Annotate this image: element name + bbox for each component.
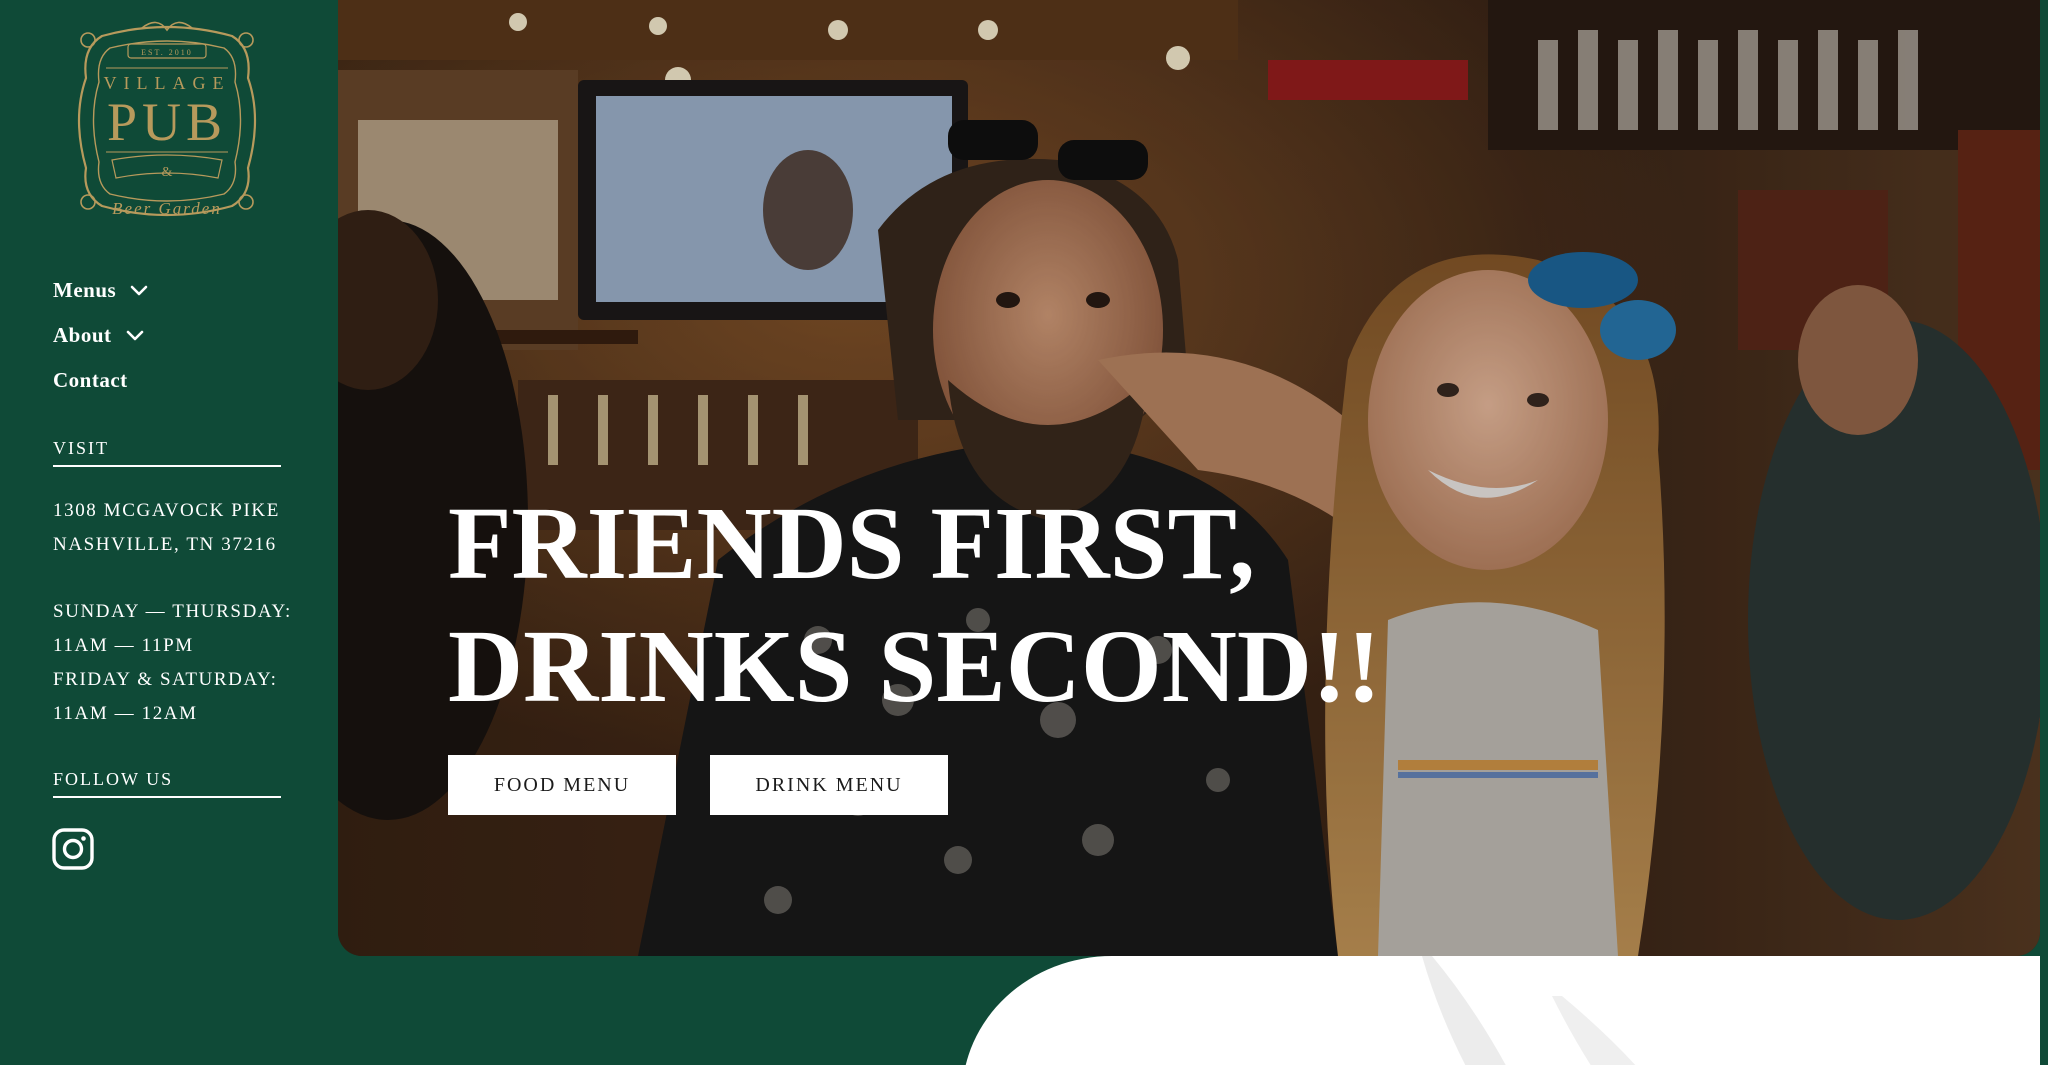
hours-line-4: 11AM — 12AM [53,703,198,724]
logo-beer-garden-text: Beer Garden [112,199,222,218]
site-logo[interactable]: EST. 2010 VILLAGE PUB & Beer Garden [62,18,272,224]
hours-line-3: FRIDAY & SATURDAY: [53,669,278,690]
logo-ampersand: & [162,165,173,180]
main-nav: Menus About Contact [53,268,148,403]
instagram-link[interactable] [52,828,94,870]
decorative-leaf-graphic [1422,956,1636,1065]
right-edge [2040,0,2048,1065]
address-line-1: 1308 MCGAVOCK PIKE [53,500,280,521]
hero-headline: FRIENDS FIRST, DRINKS SECOND!! [448,482,1548,728]
nav-item-label: About [53,323,112,347]
hero-section: FRIENDS FIRST, DRINKS SECOND!! FOOD MENU… [338,0,2040,956]
instagram-icon [52,828,94,870]
visit-heading: VISIT [53,438,281,467]
page: EST. 2010 VILLAGE PUB & Beer Garden Menu… [0,0,2048,1065]
logo-emblem: EST. 2010 VILLAGE PUB & Beer Garden [77,21,257,218]
address-line-2: NASHVILLE, TN 37216 [53,534,277,555]
content-panel [962,956,2040,1065]
hours-line-2: 11AM — 11PM [53,635,194,656]
sidebar: EST. 2010 VILLAGE PUB & Beer Garden Menu… [0,0,338,1065]
hero-headline-line-2: DRINKS SECOND!! [448,609,1382,724]
nav-item-menus[interactable]: Menus [53,268,148,313]
chevron-down-icon[interactable] [126,330,144,342]
follow-us-heading: FOLLOW US [53,769,281,798]
logo-pub-text: PUB [107,92,227,152]
drink-menu-button[interactable]: DRINK MENU [710,755,948,815]
chevron-down-icon[interactable] [130,285,148,297]
nav-item-label: Contact [53,368,128,392]
nav-item-about[interactable]: About [53,313,148,358]
nav-item-contact[interactable]: Contact [53,358,148,403]
nav-item-label: Menus [53,278,117,302]
logo-est-text: EST. 2010 [141,48,193,57]
hero-headline-line-1: FRIENDS FIRST, [448,486,1256,601]
hours-line-1: SUNDAY — THURSDAY: [53,601,292,622]
food-menu-button[interactable]: FOOD MENU [448,755,676,815]
logo-village-text: VILLAGE [104,73,231,93]
